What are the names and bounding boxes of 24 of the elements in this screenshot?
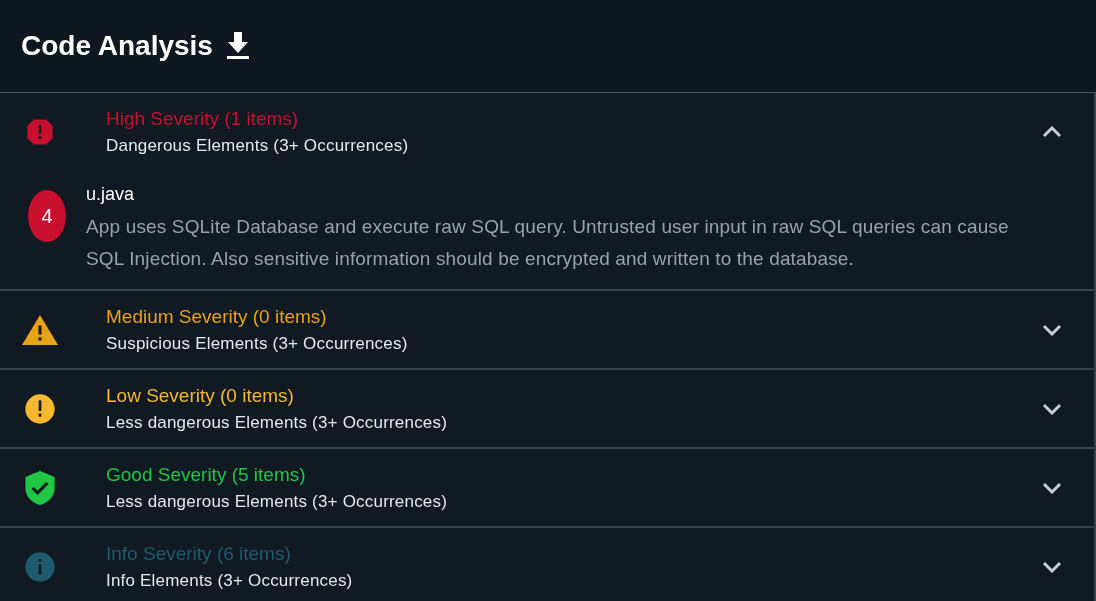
severity-title: Low Severity (0 items) xyxy=(106,384,295,407)
exclamation-circle-icon xyxy=(24,392,56,425)
file-name: u.java xyxy=(86,184,136,205)
severity-title: Good Severity (5 items) xyxy=(106,463,307,486)
severity-subtitle: Suspicious Elements (3+ Occurrences) xyxy=(106,333,409,354)
download-icon[interactable] xyxy=(226,32,249,60)
chevron-down-icon[interactable] xyxy=(1042,402,1062,415)
severity-subtitle: Dangerous Elements (3+ Occurrences) xyxy=(106,135,410,156)
chevron-down-icon[interactable] xyxy=(1042,323,1062,336)
shield-check-icon xyxy=(25,470,55,505)
severity-subtitle: Less dangerous Elements (3+ Occurrences) xyxy=(106,491,449,512)
severity-title: Medium Severity (0 items) xyxy=(106,305,328,328)
chevron-down-icon[interactable] xyxy=(1042,481,1062,494)
warning-triangle-icon xyxy=(22,314,58,345)
severity-title: High Severity (1 items) xyxy=(106,107,300,130)
count-badge: 4 xyxy=(28,190,66,242)
chevron-up-icon[interactable] xyxy=(1042,125,1062,138)
finding-description: App uses SQLite Database and execute raw SQL query. Untrusted user input in raw SQL queries can cause SQL Injection. Also sensitive information should be encrypted and written to the database. xyxy=(86,215,1010,271)
severity-subtitle: Less dangerous Elements (3+ Occurrences) xyxy=(106,412,449,433)
info-circle-icon xyxy=(24,550,56,583)
page-title: Code Analysis xyxy=(21,30,213,62)
severity-title: Info Severity (6 items) xyxy=(106,542,292,565)
chevron-down-icon[interactable] xyxy=(1042,560,1062,573)
severity-subtitle: Info Elements (3+ Occurrences) xyxy=(106,570,354,591)
